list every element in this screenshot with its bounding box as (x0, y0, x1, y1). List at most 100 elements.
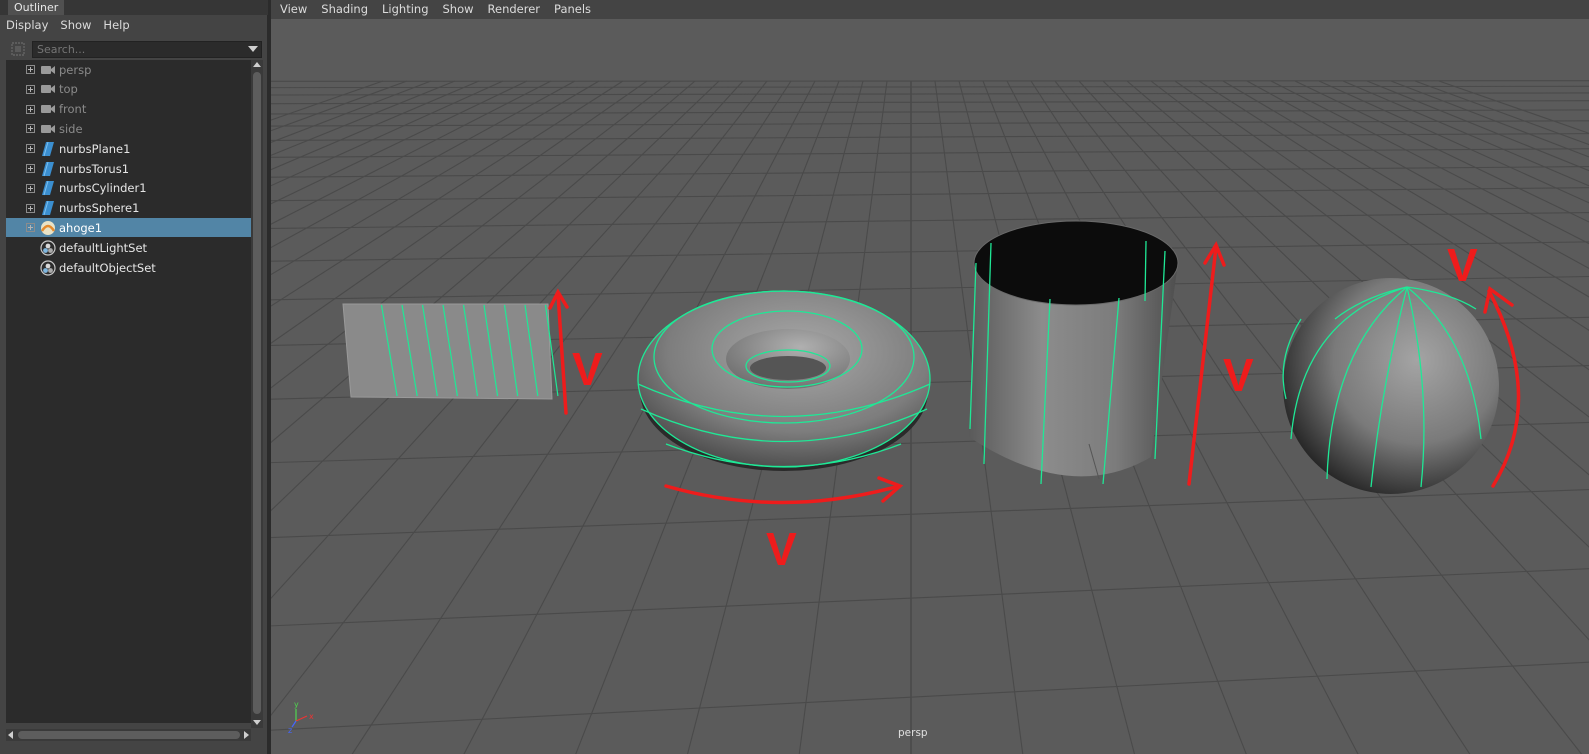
outliner-item-nurbsTorus1[interactable]: nurbsTorus1 (6, 159, 251, 178)
outliner-item-front[interactable]: front (6, 100, 251, 119)
chevron-down-icon[interactable] (248, 46, 258, 52)
menu-lighting[interactable]: Lighting (375, 0, 435, 19)
outliner-item-ahoge1[interactable]: ahoge1 (6, 218, 251, 238)
grid-line (271, 80, 672, 389)
outliner-item-label: nurbsPlane1 (59, 141, 131, 156)
axis-x-label: x (309, 712, 314, 721)
object-set-icon (40, 259, 56, 276)
scroll-up-arrow-icon[interactable] (253, 62, 261, 67)
outliner-tab-bar: Outliner (0, 0, 268, 15)
camera-icon (40, 121, 56, 137)
grid-line (271, 80, 432, 143)
menu-shading[interactable]: Shading (314, 0, 375, 19)
grid-line (271, 80, 384, 121)
nurbs-surface-icon (40, 200, 56, 216)
grid-line (271, 80, 504, 187)
outliner-item-defaultObjectSet[interactable]: defaultObjectSet (6, 258, 251, 277)
nurbs-cylinder[interactable] (969, 220, 1179, 485)
grid-line (271, 166, 1589, 178)
plane-v-label: V (572, 343, 603, 395)
grid-line (271, 80, 648, 344)
scroll-right-arrow-icon[interactable] (244, 731, 249, 739)
outliner-tab[interactable]: Outliner (8, 0, 65, 15)
axis-gizmo: y x z (288, 700, 314, 735)
outliner-item-label: ahoge1 (59, 220, 103, 235)
torus-v-label: V (766, 523, 797, 575)
expand-icon[interactable] (26, 164, 35, 173)
scroll-left-arrow-icon[interactable] (8, 731, 13, 739)
object-set-icon (40, 240, 56, 256)
grid-line (271, 80, 552, 225)
nurbs-surface-icon (40, 161, 56, 177)
menu-help[interactable]: Help (97, 15, 135, 35)
axis-y-label: y (294, 700, 299, 709)
grid-line (271, 187, 1589, 202)
expand-icon[interactable] (26, 203, 35, 213)
outliner-item-nurbsPlane1[interactable]: nurbsPlane1 (6, 139, 251, 158)
grid-line (271, 85, 1589, 89)
grid-line (271, 80, 696, 444)
expand-icon[interactable] (26, 65, 35, 74)
grid-line (271, 661, 1589, 731)
nurbs-plane[interactable] (342, 303, 559, 400)
outliner-item-top[interactable]: top (6, 80, 251, 99)
outliner-item-label: top (59, 82, 78, 97)
expand-icon[interactable] (26, 124, 35, 134)
viewport-scene: V V V V y x z (271, 80, 1589, 754)
cylinder-v-arrow (1187, 245, 1218, 486)
outliner-menu-bar: Display Show Help (0, 15, 268, 35)
grid-line (271, 241, 1589, 262)
grid-line (271, 80, 408, 132)
sphere-v-label: V (1447, 239, 1478, 291)
menu-renderer[interactable]: Renderer (481, 0, 548, 19)
outliner-item-label: front (59, 102, 87, 117)
camera-icon (40, 101, 56, 117)
outliner-tree: persp top front side nurbsPlane1 nurbsTorus1 n… (6, 60, 251, 723)
search-row (8, 39, 262, 59)
menu-show[interactable]: Show (54, 15, 97, 35)
scroll-down-arrow-icon[interactable] (253, 720, 261, 725)
expand-icon[interactable] (26, 104, 35, 114)
nurbs-sphere[interactable] (1282, 278, 1499, 494)
outliner-item-label: persp (59, 62, 92, 77)
outliner-item-nurbsSphere1[interactable]: nurbsSphere1 (6, 199, 251, 218)
horizontal-scrollbar[interactable] (6, 729, 251, 741)
torus-v-arrow (664, 484, 901, 505)
grid-line (271, 80, 480, 171)
axis-z-label: z (288, 726, 292, 735)
vertical-scroll-thumb[interactable] (253, 72, 261, 714)
outliner-item-label: side (59, 121, 83, 136)
vertical-scrollbar[interactable] (251, 60, 263, 728)
3d-viewport[interactable]: V V V V y x z persp (271, 19, 1589, 754)
grid-line (271, 148, 1589, 158)
menu-display[interactable]: Display (0, 15, 54, 35)
menu-panels[interactable]: Panels (547, 0, 598, 19)
menu-show[interactable]: Show (436, 0, 481, 19)
outliner-item-label: nurbsSphere1 (59, 201, 140, 216)
outliner-item-persp[interactable]: persp (6, 60, 251, 79)
outliner-item-label: nurbsTorus1 (59, 161, 130, 176)
outliner-item-label: defaultLightSet (59, 240, 148, 255)
menu-view[interactable]: View (273, 0, 314, 19)
expand-icon[interactable] (26, 223, 35, 233)
horizontal-scroll-thumb[interactable] (18, 731, 240, 739)
outliner-item-nurbsCylinder1[interactable]: nurbsCylinder1 (6, 179, 251, 198)
expand-icon[interactable] (26, 183, 35, 193)
outliner-item-side[interactable]: side (6, 119, 251, 138)
expand-icon[interactable] (26, 144, 35, 154)
outliner-item-label: nurbsCylinder1 (59, 181, 147, 196)
search-input[interactable] (32, 41, 262, 58)
nurbs-torus[interactable] (637, 290, 931, 471)
camera-name-label: persp (898, 727, 928, 739)
outliner-item-label: defaultObjectSet (59, 260, 156, 275)
outliner-item-defaultLightSet[interactable]: defaultLightSet (6, 238, 251, 257)
viewport-menu-bar: View Shading Lighting Show Renderer Pane… (271, 0, 1589, 19)
nurbs-surface-icon (40, 141, 56, 157)
outliner-panel: Outliner Display Show Help persp top front… (0, 0, 268, 754)
expand-icon[interactable] (26, 84, 35, 94)
camera-icon (40, 81, 56, 97)
cylinder-v-label: V (1223, 349, 1254, 401)
grid-line (271, 80, 624, 307)
filter-icon[interactable] (10, 41, 26, 57)
plane-v-arrow (556, 292, 568, 415)
